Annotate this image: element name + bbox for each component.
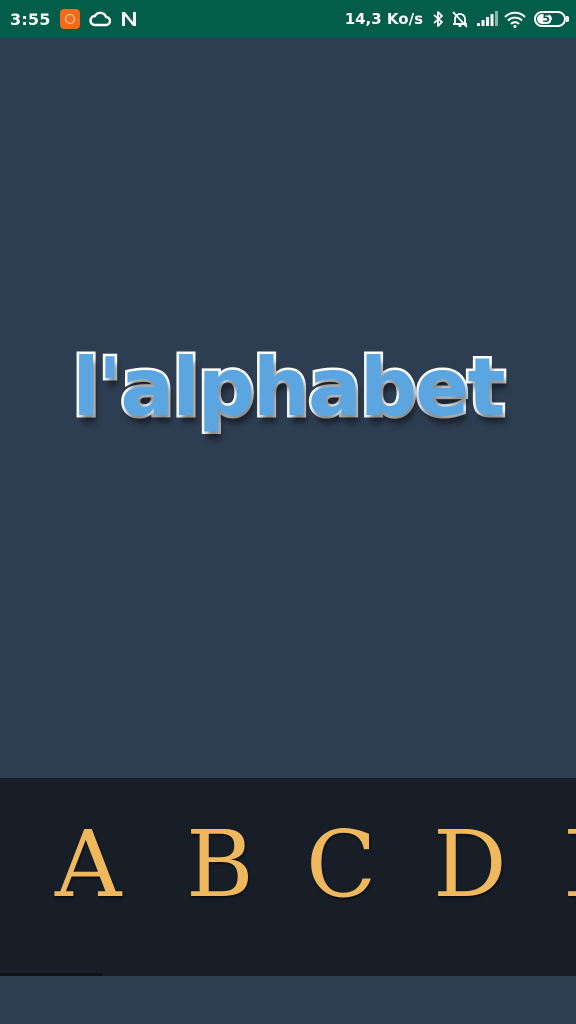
network-speed: 14,3 Ko/s <box>344 10 423 28</box>
app-badge-icon <box>59 9 80 29</box>
bottom-area <box>0 976 576 1024</box>
alarm-off-icon <box>450 10 470 28</box>
letter-c-item[interactable]: C <box>306 810 376 920</box>
app-title: l'alphabet <box>70 339 508 437</box>
letter-a-item[interactable]: A <box>55 810 121 920</box>
bluetooth-icon <box>432 10 444 28</box>
cloud-icon <box>88 11 111 27</box>
status-time: 3:55 <box>10 9 51 29</box>
battery-icon: 52 <box>534 11 569 27</box>
signal-icon <box>476 11 498 27</box>
wifi-icon <box>504 11 526 28</box>
status-bar-right: 14,3 Ko/s 52 <box>344 10 569 28</box>
letter-e-item[interactable]: E <box>563 810 576 920</box>
status-bar: 3:55 14,3 Ko/s 52 <box>0 0 576 38</box>
n-logo-icon <box>120 10 138 28</box>
status-bar-left: 3:55 <box>10 9 138 29</box>
battery-level: 52 <box>542 12 558 25</box>
main-area: l'alphabet <box>0 38 576 778</box>
letter-b-item[interactable]: B <box>186 810 254 920</box>
letter-d-item[interactable]: D <box>433 810 507 920</box>
letters-strip[interactable]: A B C D E <box>0 778 576 976</box>
